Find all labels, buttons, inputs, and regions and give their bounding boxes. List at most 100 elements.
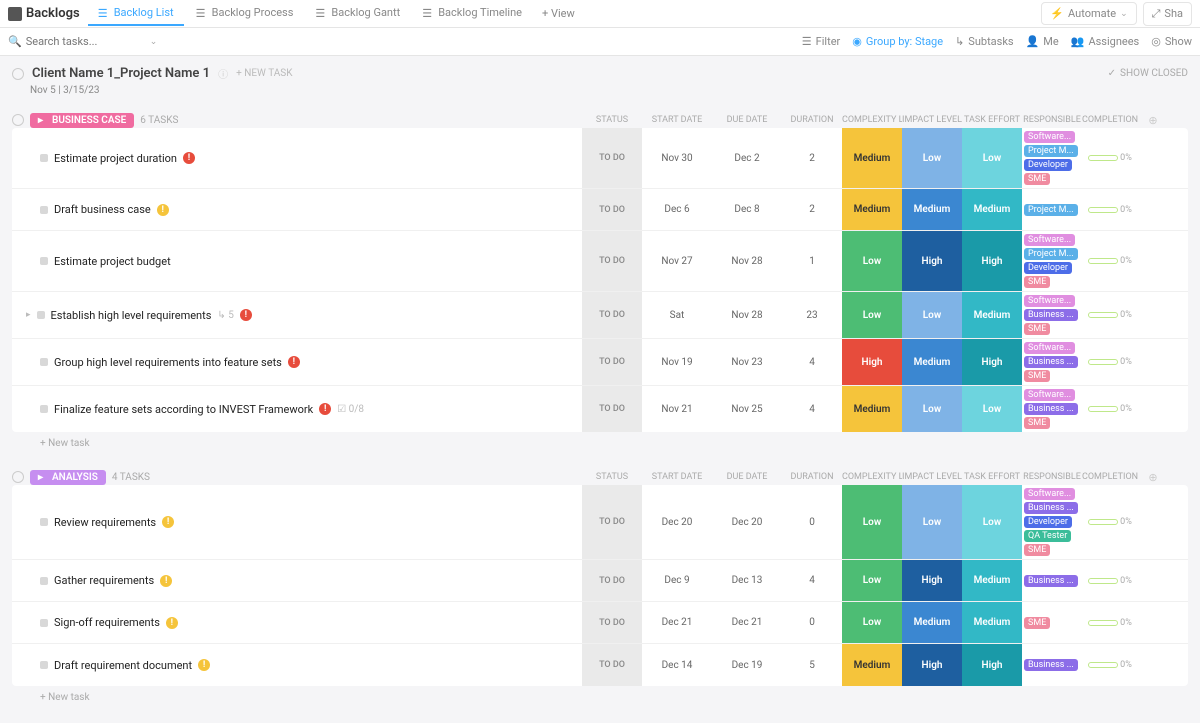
group-by-button[interactable]: ◉Group by: Stage	[852, 35, 943, 48]
responsible-chip[interactable]: QA Tester	[1024, 530, 1071, 542]
expand-caret-icon[interactable]: ▸	[26, 310, 31, 320]
impact-cell[interactable]: Low	[902, 128, 962, 188]
responsible-chip[interactable]: Developer	[1024, 262, 1072, 274]
status-cell[interactable]: TO DO	[582, 485, 642, 559]
add-column-button[interactable]: ⊕	[1138, 114, 1168, 127]
task-name-cell[interactable]: ▸Establish high level requirements↳ 5!	[12, 292, 582, 338]
col-head[interactable]: TASK EFFORT	[962, 115, 1022, 125]
due-date-cell[interactable]: Dec 20	[712, 485, 782, 559]
effort-cell[interactable]: High	[962, 231, 1022, 291]
completion-cell[interactable]: 0%	[1082, 128, 1138, 188]
status-cell[interactable]: TO DO	[582, 231, 642, 291]
responsible-cell[interactable]: Software...Project M...DeveloperSME	[1022, 128, 1082, 188]
priority-flag-icon[interactable]: !	[166, 617, 178, 629]
responsible-chip[interactable]: Software...	[1024, 342, 1075, 354]
col-head[interactable]: COMPLETION ...	[1082, 115, 1138, 125]
effort-cell[interactable]: High	[962, 339, 1022, 385]
col-head[interactable]: DUE DATE	[712, 472, 782, 482]
effort-cell[interactable]: Medium	[962, 292, 1022, 338]
completion-cell[interactable]: 0%	[1082, 485, 1138, 559]
impact-cell[interactable]: Medium	[902, 339, 962, 385]
col-head[interactable]: RESPONSIBLE	[1022, 115, 1082, 125]
priority-flag-icon[interactable]: !	[160, 575, 172, 587]
task-name-cell[interactable]: Gather requirements!	[12, 560, 582, 601]
completion-cell[interactable]: 0%	[1082, 602, 1138, 643]
duration-cell[interactable]: 1	[782, 231, 842, 291]
due-date-cell[interactable]: Dec 8	[712, 189, 782, 230]
task-name-cell[interactable]: Sign-off requirements!	[12, 602, 582, 643]
col-head[interactable]: DURATION	[782, 472, 842, 482]
start-date-cell[interactable]: Dec 6	[642, 189, 712, 230]
status-cell[interactable]: TO DO	[582, 189, 642, 230]
col-head[interactable]: STATUS	[582, 472, 642, 482]
responsible-chip[interactable]: Project M...	[1024, 204, 1078, 216]
add-view-button[interactable]: + View	[532, 2, 585, 25]
priority-flag-icon[interactable]: !	[162, 516, 174, 528]
completion-cell[interactable]: 0%	[1082, 339, 1138, 385]
start-date-cell[interactable]: Sat	[642, 292, 712, 338]
col-head[interactable]: STATUS	[582, 115, 642, 125]
tab-backlog-timeline[interactable]: ☰Backlog Timeline	[412, 1, 532, 26]
responsible-cell[interactable]: Software...Business ...DeveloperQA Teste…	[1022, 485, 1082, 559]
responsible-cell[interactable]: Business ...	[1022, 644, 1082, 686]
task-row[interactable]: Estimate project duration!TO DONov 30Dec…	[12, 128, 1188, 189]
responsible-chip[interactable]: Business ...	[1024, 309, 1078, 321]
status-dot-icon[interactable]	[40, 257, 48, 265]
duration-cell[interactable]: 4	[782, 386, 842, 432]
complexity-cell[interactable]: Low	[842, 485, 902, 559]
status-dot-icon[interactable]	[37, 311, 45, 319]
priority-flag-icon[interactable]: !	[319, 403, 331, 415]
start-date-cell[interactable]: Dec 14	[642, 644, 712, 686]
due-date-cell[interactable]: Dec 21	[712, 602, 782, 643]
start-date-cell[interactable]: Nov 21	[642, 386, 712, 432]
task-row[interactable]: Finalize feature sets according to INVES…	[12, 386, 1188, 432]
impact-cell[interactable]: Medium	[902, 602, 962, 643]
due-date-cell[interactable]: Dec 13	[712, 560, 782, 601]
responsible-chip[interactable]: SME	[1024, 173, 1050, 185]
row-action[interactable]	[1138, 231, 1168, 291]
start-date-cell[interactable]: Dec 20	[642, 485, 712, 559]
row-action[interactable]	[1138, 339, 1168, 385]
col-head[interactable]: DUE DATE	[712, 115, 782, 125]
complexity-cell[interactable]: Medium	[842, 189, 902, 230]
start-date-cell[interactable]: Dec 21	[642, 602, 712, 643]
responsible-cell[interactable]: Software...Business ...SME	[1022, 386, 1082, 432]
stage-pill[interactable]: ▸Analysis	[30, 470, 106, 485]
responsible-chip[interactable]: Software...	[1024, 488, 1075, 500]
new-task-row[interactable]: + New task	[12, 432, 1188, 455]
status-dot-icon[interactable]	[40, 206, 48, 214]
priority-flag-icon[interactable]: !	[240, 309, 252, 321]
add-column-button[interactable]: ⊕	[1138, 471, 1168, 484]
task-name-cell[interactable]: Estimate project duration!	[12, 128, 582, 188]
responsible-chip[interactable]: Developer	[1024, 159, 1072, 171]
completion-cell[interactable]: 0%	[1082, 560, 1138, 601]
status-cell[interactable]: TO DO	[582, 644, 642, 686]
tab-backlog-process[interactable]: ☰Backlog Process	[186, 1, 304, 26]
filter-button[interactable]: ☰Filter	[802, 35, 840, 48]
status-dot-icon[interactable]	[40, 577, 48, 585]
completion-cell[interactable]: 0%	[1082, 644, 1138, 686]
col-head[interactable]: DURATION	[782, 115, 842, 125]
info-icon[interactable]: ⓘ	[218, 66, 228, 81]
responsible-cell[interactable]: Software...Project M...DeveloperSME	[1022, 231, 1082, 291]
duration-cell[interactable]: 2	[782, 189, 842, 230]
impact-cell[interactable]: High	[902, 644, 962, 686]
collapse-group-icon[interactable]	[12, 114, 24, 126]
task-name-cell[interactable]: Estimate project budget	[12, 231, 582, 291]
impact-cell[interactable]: Medium	[902, 189, 962, 230]
responsible-chip[interactable]: SME	[1024, 417, 1050, 429]
chevron-down-icon[interactable]: ⌄	[150, 37, 158, 47]
status-dot-icon[interactable]	[40, 619, 48, 627]
start-date-cell[interactable]: Dec 9	[642, 560, 712, 601]
subtasks-button[interactable]: ↳Subtasks	[955, 35, 1014, 48]
collapse-circle-icon[interactable]	[12, 68, 24, 80]
responsible-chip[interactable]: Business ...	[1024, 659, 1078, 671]
duration-cell[interactable]: 5	[782, 644, 842, 686]
priority-flag-icon[interactable]: !	[157, 204, 169, 216]
tab-backlog-gantt[interactable]: ☰Backlog Gantt	[305, 1, 410, 26]
task-row[interactable]: Draft requirement document!TO DODec 14De…	[12, 644, 1188, 686]
completion-cell[interactable]: 0%	[1082, 231, 1138, 291]
due-date-cell[interactable]: Dec 19	[712, 644, 782, 686]
responsible-chip[interactable]: Project M...	[1024, 145, 1078, 157]
assignees-button[interactable]: 👥Assignees	[1071, 35, 1140, 48]
